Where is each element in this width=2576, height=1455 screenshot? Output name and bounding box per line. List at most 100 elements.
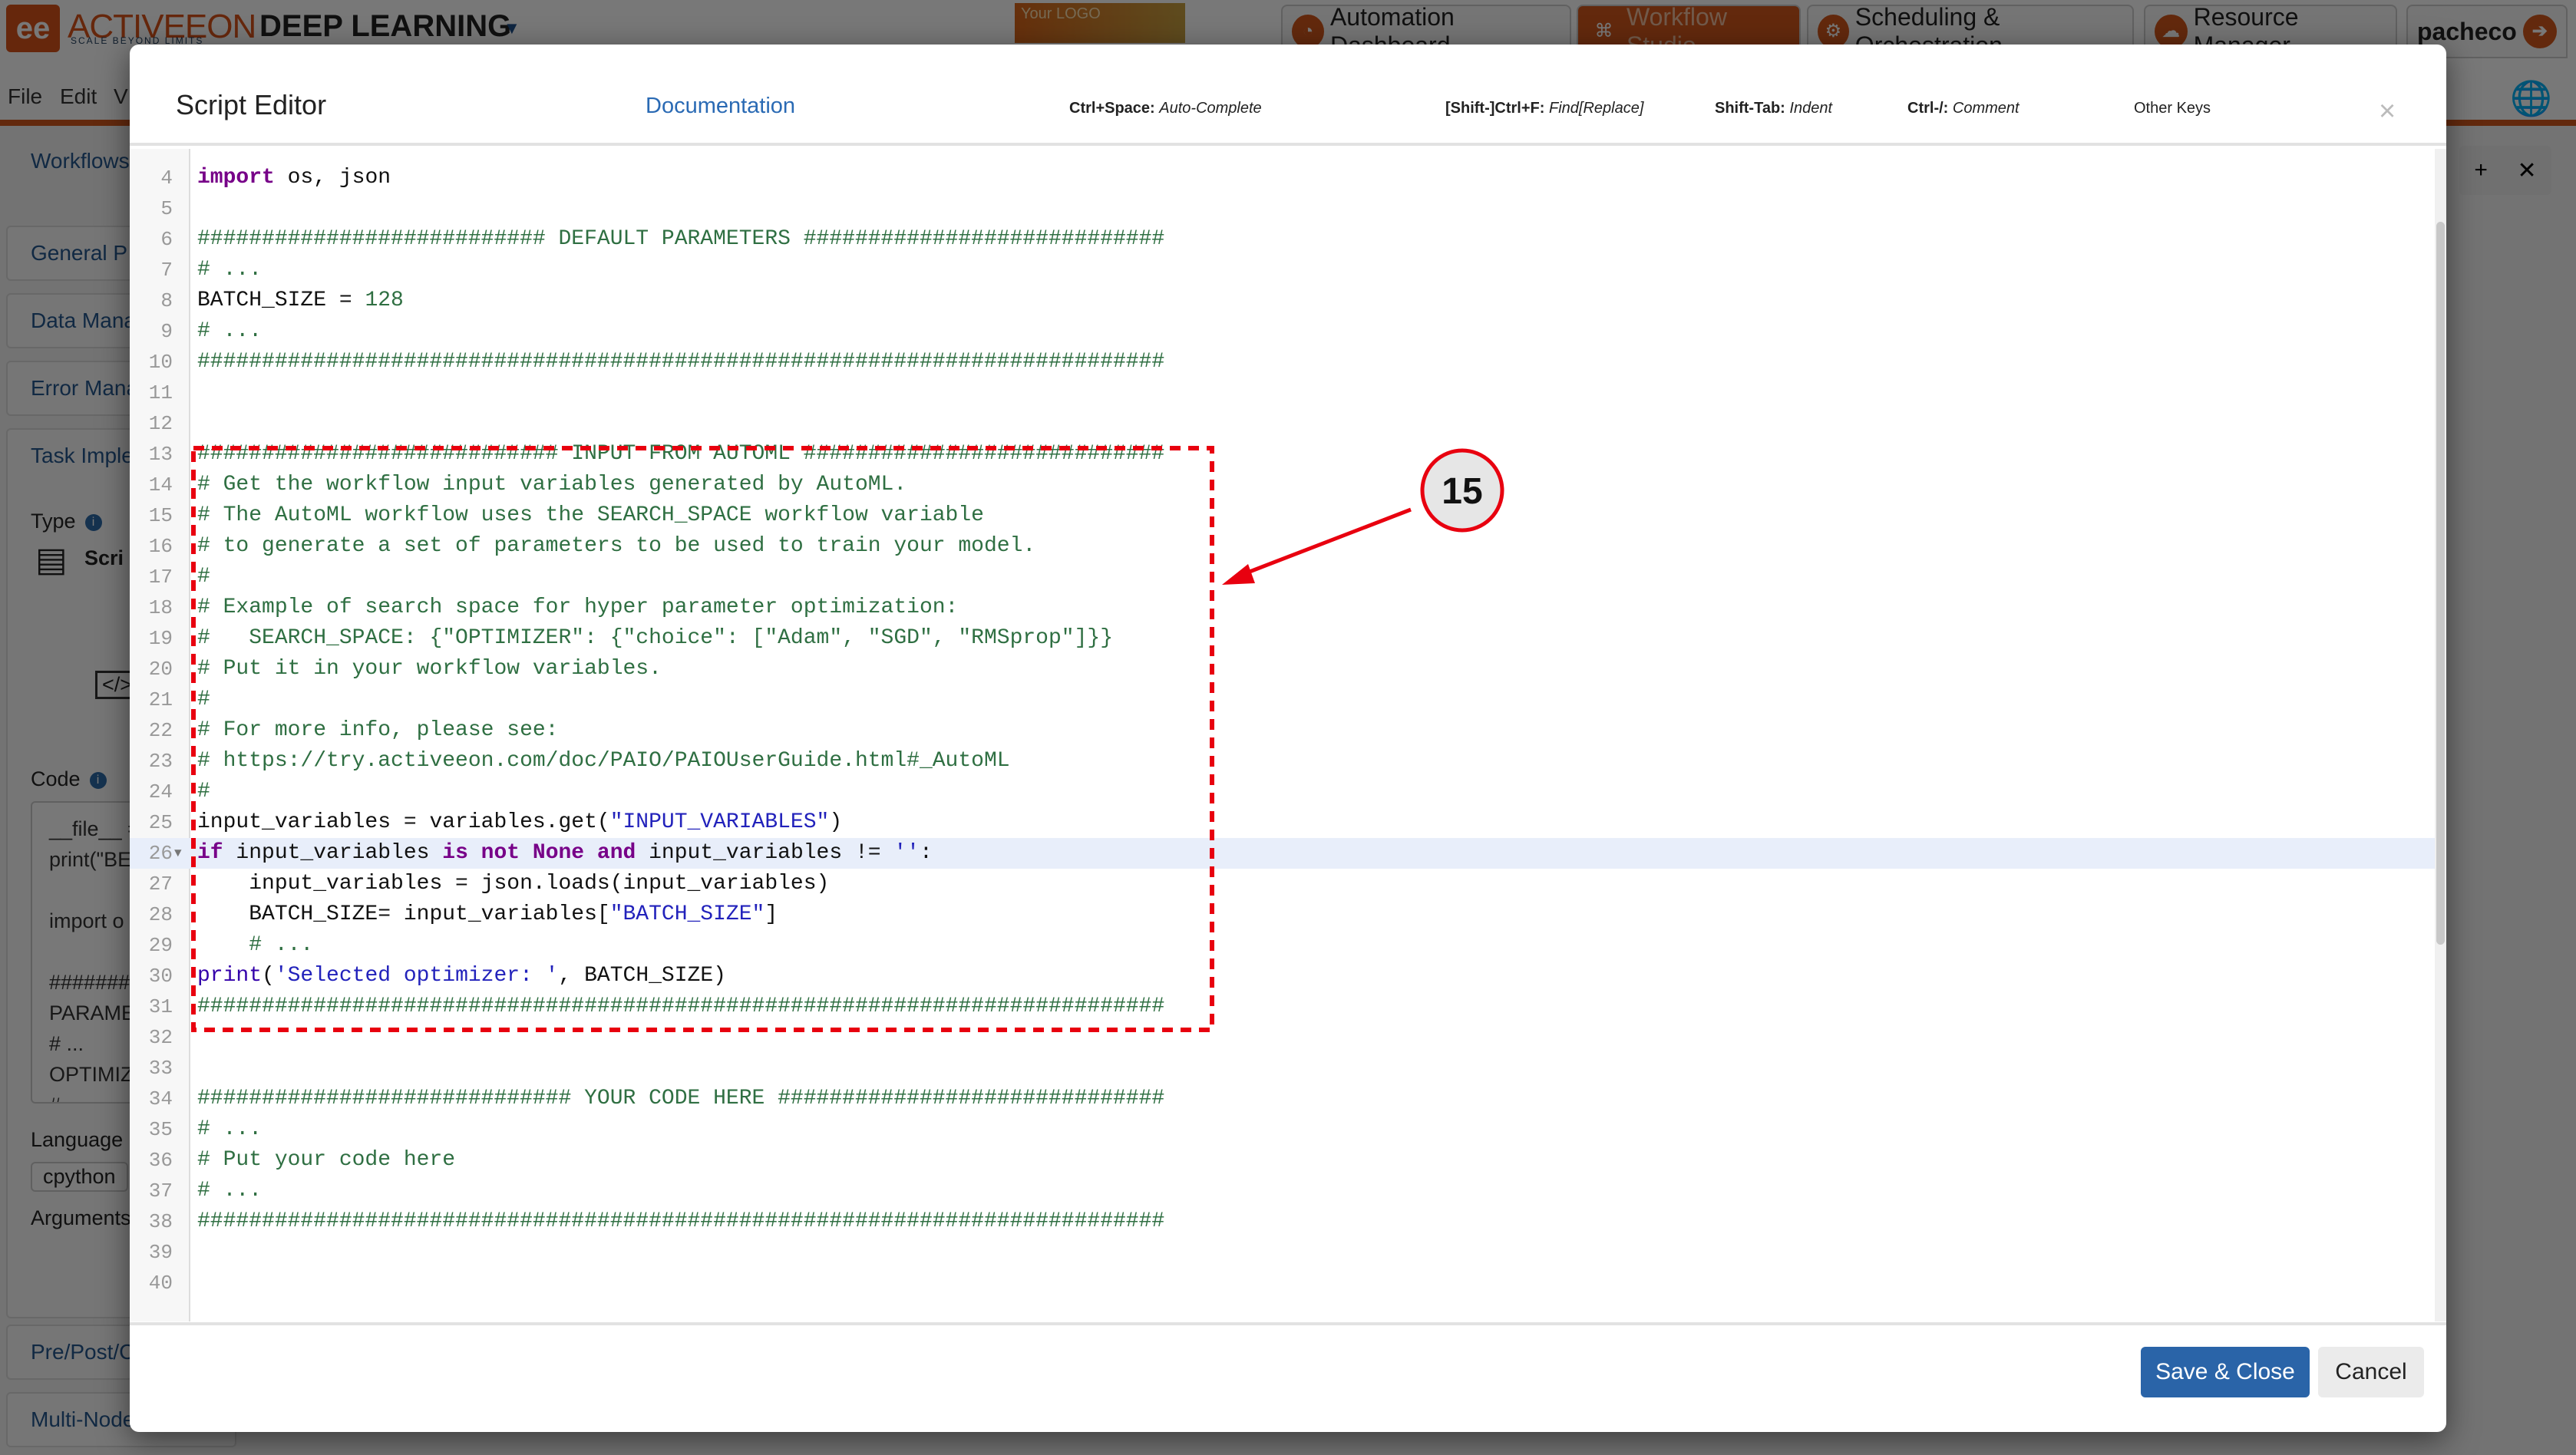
code-token: import (197, 166, 275, 190)
code-line[interactable]: 39 (130, 1237, 2435, 1268)
code-line[interactable]: 38 ######################################… (130, 1206, 2435, 1237)
cancel-button[interactable]: Cancel (2318, 1347, 2424, 1397)
code-line[interactable]: 36 # Put your code here (130, 1145, 2435, 1176)
code-line[interactable]: 14 # Get the workflow input variables gen… (130, 470, 2435, 500)
code-token: ########################################… (197, 350, 1165, 374)
code-token: BATCH_SIZE = (197, 289, 365, 312)
code-text: BATCH_SIZE= input_variables["BATCH_SIZE"… (197, 899, 778, 930)
cloud-icon: ☁ (2155, 15, 2188, 48)
code-text: # (197, 777, 210, 807)
documentation-link[interactable]: Documentation (646, 94, 795, 119)
app-title[interactable]: DEEP LEARNING (259, 9, 511, 44)
menu-file[interactable]: File (8, 84, 42, 109)
code-line[interactable]: 28 BATCH_SIZE= input_variables["BATCH_SI… (130, 899, 2435, 930)
info-icon[interactable]: i (84, 513, 102, 531)
code-line[interactable]: 40 (130, 1268, 2435, 1298)
code-token: ############################ INPUT FROM … (197, 442, 1165, 466)
code-line[interactable]: 33 (130, 1053, 2435, 1084)
code-line[interactable]: 27 input_variables = json.loads(input_va… (130, 869, 2435, 899)
code-line[interactable]: 10 ######################################… (130, 347, 2435, 378)
fold-arrow-icon[interactable]: ▼ (174, 838, 182, 869)
code-line[interactable]: 31 ######################################… (130, 991, 2435, 1022)
code-token: input_variables (223, 841, 443, 865)
info-icon[interactable]: i (89, 771, 107, 789)
code-token: input_variables != (636, 841, 894, 865)
pin-icon[interactable]: ✕ (2518, 157, 2537, 184)
section-label: Task Imple (31, 444, 134, 467)
globe-icon[interactable]: 🌐 (2510, 78, 2552, 118)
code-line[interactable]: 30 print('Selected optimizer: ', BATCH_SI… (130, 961, 2435, 991)
type-value[interactable]: Scri (84, 546, 124, 570)
code-line[interactable]: 13 ############################ INPUT FRO… (130, 439, 2435, 470)
code-token: : (919, 841, 933, 865)
code-text: # Put your code here (197, 1145, 455, 1176)
code-line[interactable]: 19 # SEARCH_SPACE: {"OPTIMIZER": {"choice… (130, 623, 2435, 654)
code-line[interactable]: 26 ▼ if input_variables is not None and in… (130, 838, 2435, 869)
line-number: 33 (148, 1057, 173, 1080)
code-token: ########################################… (197, 995, 1165, 1018)
logout-icon[interactable]: ➔ (2522, 15, 2557, 48)
code-token: # (197, 688, 210, 711)
code-token: # Example of search space for hyper para… (197, 596, 959, 619)
plus-icon[interactable]: + (2474, 157, 2488, 183)
code-line[interactable]: 8 BATCH_SIZE = 128 (130, 285, 2435, 316)
shortcut-indent: Shift-Tab: Indent (1715, 100, 1832, 117)
code-text: input_variables = variables.get("INPUT_V… (197, 807, 842, 838)
section-label: Multi-Node (31, 1407, 135, 1431)
your-logo-placeholder: Your LOGO (1015, 3, 1185, 43)
code-line[interactable]: 20 # Put it in your workflow variables. (130, 654, 2435, 685)
code-text: ########################################… (197, 347, 1164, 378)
code-line[interactable]: 37 # ... (130, 1176, 2435, 1206)
code-line[interactable]: 23 # https://try.activeeon.com/doc/PAIO/P… (130, 746, 2435, 777)
code-line[interactable]: 29 # ... (130, 930, 2435, 961)
code-line[interactable]: 21 # (130, 685, 2435, 715)
workflow-icon: ⌘ (1594, 21, 1613, 41)
line-number: 40 (148, 1272, 173, 1295)
line-number: 35 (148, 1118, 173, 1141)
code-line[interactable]: 24 # (130, 777, 2435, 807)
menu-edit[interactable]: Edit (60, 84, 97, 109)
line-number: 38 (148, 1210, 173, 1233)
code-line[interactable]: 18 # Example of search space for hyper pa… (130, 592, 2435, 623)
dashboard-icon: ◔ (1292, 15, 1324, 48)
code-token: ( (262, 964, 275, 988)
line-number: 18 (148, 596, 173, 619)
code-line[interactable]: 17 # (130, 562, 2435, 592)
save-close-button[interactable]: Save & Close (2141, 1347, 2310, 1397)
caret-down-icon[interactable]: ▼ (504, 18, 520, 38)
code-line[interactable]: 6 ########################### DEFAULT PAR… (130, 224, 2435, 255)
code-line[interactable]: 5 (130, 193, 2435, 224)
code-line[interactable]: 7 # ... (130, 255, 2435, 285)
code-line[interactable]: 25 input_variables = variables.get("INPUT… (130, 807, 2435, 838)
code-line[interactable]: 22 # For more info, please see: (130, 715, 2435, 746)
code-token: # ... (197, 258, 263, 282)
close-icon[interactable]: × (2379, 95, 2396, 128)
code-line[interactable]: 9 # ... (130, 316, 2435, 347)
code-line[interactable]: 16 # to generate a set of parameters to b… (130, 531, 2435, 562)
line-number: 5 (160, 197, 173, 220)
line-number: 14 (148, 473, 173, 497)
type-label: Type i (31, 510, 102, 533)
code-label: Code i (31, 767, 107, 791)
workflows-header[interactable]: Workflows (31, 149, 130, 173)
code-token: # (197, 780, 210, 803)
code-line[interactable]: 34 ############################# YOUR COD… (130, 1084, 2435, 1114)
code-line[interactable]: 4 import os, json (130, 163, 2435, 193)
line-number: 7 (160, 259, 173, 282)
code-line[interactable]: 35 # ... (130, 1114, 2435, 1145)
code-text: BATCH_SIZE = 128 (197, 285, 404, 316)
code-token: if (197, 841, 223, 865)
username: pacheco (2417, 17, 2517, 45)
code-line[interactable]: 11 (130, 378, 2435, 408)
editor-scrollbar-thumb[interactable] (2436, 222, 2445, 945)
code-editor[interactable]: 4 import os, json 5 6 ######################… (130, 149, 2435, 1321)
code-line[interactable]: 12 (130, 408, 2435, 439)
language-select[interactable]: cpython (31, 1162, 128, 1192)
section-label: Data Mana (31, 308, 136, 332)
menu-view[interactable]: V (114, 84, 128, 109)
other-keys-link[interactable]: Other Keys (2134, 100, 2211, 117)
code-line[interactable]: 15 # The AutoML workflow uses the SEARCH_… (130, 500, 2435, 531)
code-text: input_variables = json.loads(input_varia… (197, 869, 829, 899)
line-number: 25 (148, 811, 173, 834)
code-line[interactable]: 32 (130, 1022, 2435, 1053)
